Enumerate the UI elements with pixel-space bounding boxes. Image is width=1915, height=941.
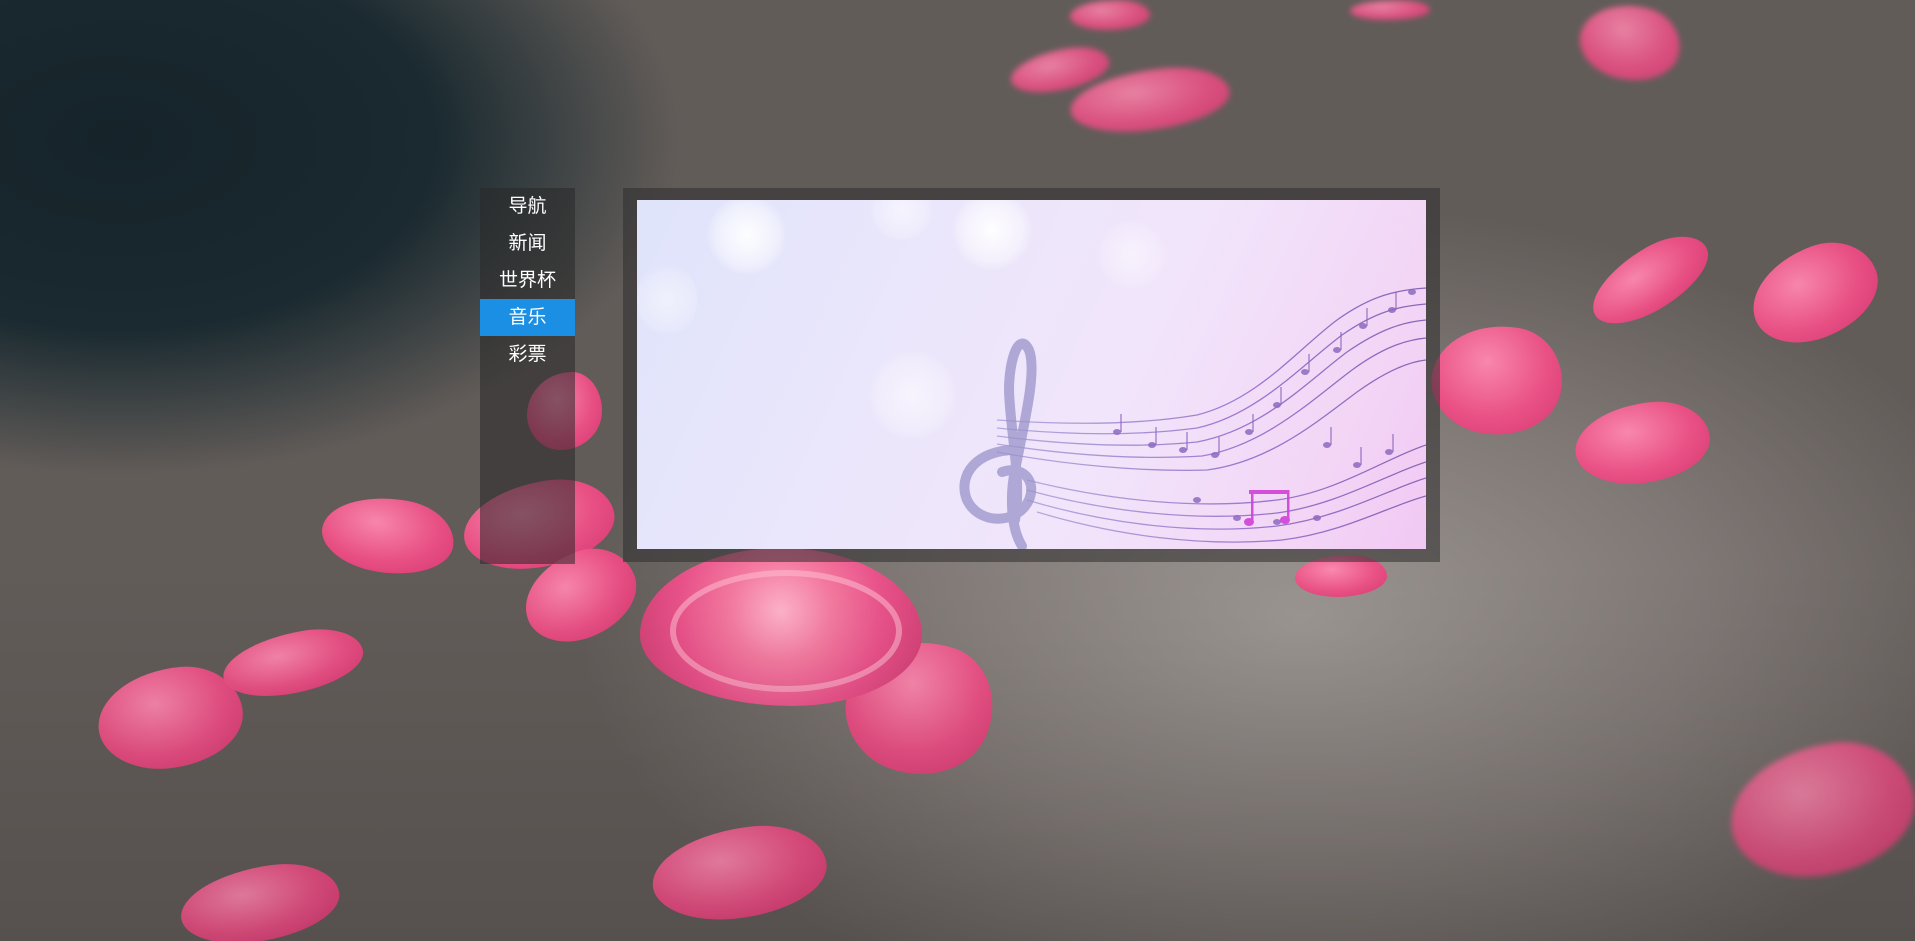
nav-item-news[interactable]: 新闻	[480, 225, 575, 262]
nav-item-music[interactable]: 音乐	[480, 299, 575, 336]
nav-item-guide[interactable]: 导航	[480, 188, 575, 225]
content-frame	[623, 188, 1440, 562]
nav-item-world-cup[interactable]: 世界杯	[480, 262, 575, 299]
nav-item-lottery[interactable]: 彩票	[480, 336, 575, 373]
music-staff-graphic	[959, 287, 1426, 549]
side-nav: 导航 新闻 世界杯 音乐 彩票	[480, 188, 575, 564]
music-banner-image	[637, 200, 1426, 549]
